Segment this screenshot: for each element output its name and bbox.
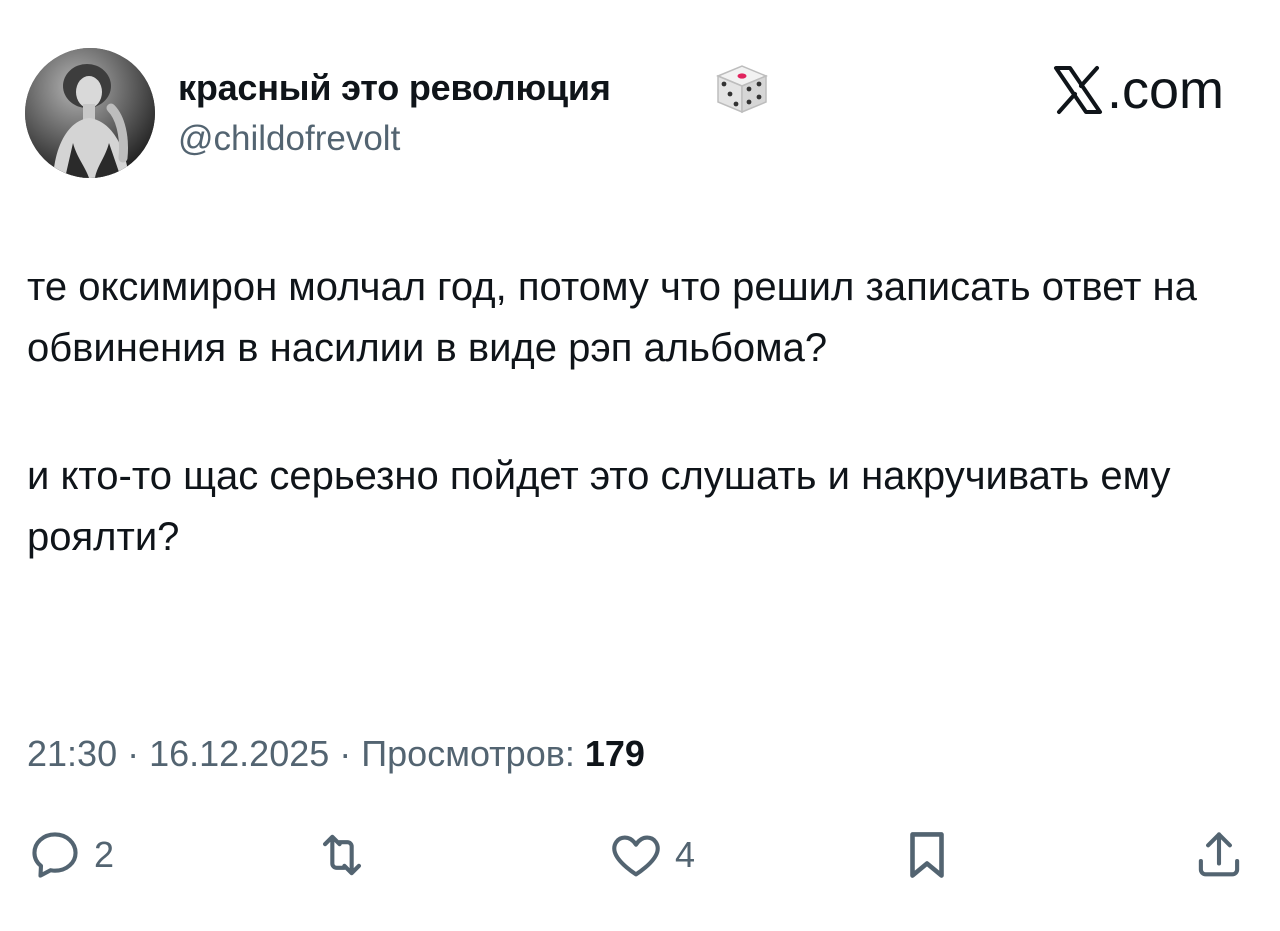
tweet-card: красный это революция @childofrevolt .co… (0, 0, 1280, 931)
tweet-time[interactable]: 21:30 (27, 733, 117, 774)
author-handle[interactable]: @childofrevolt (178, 117, 400, 161)
meta-separator: · (117, 733, 150, 774)
reply-count: 2 (94, 834, 115, 875)
reply-icon (32, 832, 78, 878)
brand-logo: .com (1053, 60, 1224, 120)
avatar-photo (25, 48, 155, 178)
like-count: 4 (675, 834, 696, 875)
share-button[interactable] (1190, 820, 1248, 890)
tweet-meta: 21:30 · 16.12.2025 · Просмотров: 179 (27, 730, 645, 778)
dice-icon (716, 65, 768, 114)
like-button[interactable]: 4 (607, 820, 695, 890)
bookmark-icon (910, 832, 944, 878)
retweet-button[interactable] (313, 820, 381, 890)
tweet-paragraph-2: и кто-то щас серьезно пойдет это слушать… (27, 454, 1171, 559)
share-icon (1198, 832, 1240, 877)
avatar[interactable] (25, 48, 155, 178)
author-display-name[interactable]: красный это революция (178, 66, 611, 110)
action-bar: 2 4 (0, 820, 1280, 890)
meta-separator: · (329, 733, 362, 774)
tweet-paragraph-1: те оксимирон молчал год, потому что реши… (27, 265, 1197, 370)
retweet-icon (323, 834, 361, 876)
tweet-date[interactable]: 16.12.2025 (149, 733, 329, 774)
views-label: Просмотров: (361, 733, 575, 774)
views-count[interactable]: 179 (585, 733, 645, 774)
reply-button[interactable]: 2 (26, 820, 114, 890)
bookmark-button[interactable] (898, 820, 956, 890)
tweet-text: те оксимирон молчал год, потому что реши… (27, 257, 1257, 568)
heart-icon (612, 835, 660, 877)
x-logo-icon (1053, 66, 1102, 114)
brand-label: .com (1106, 60, 1224, 120)
